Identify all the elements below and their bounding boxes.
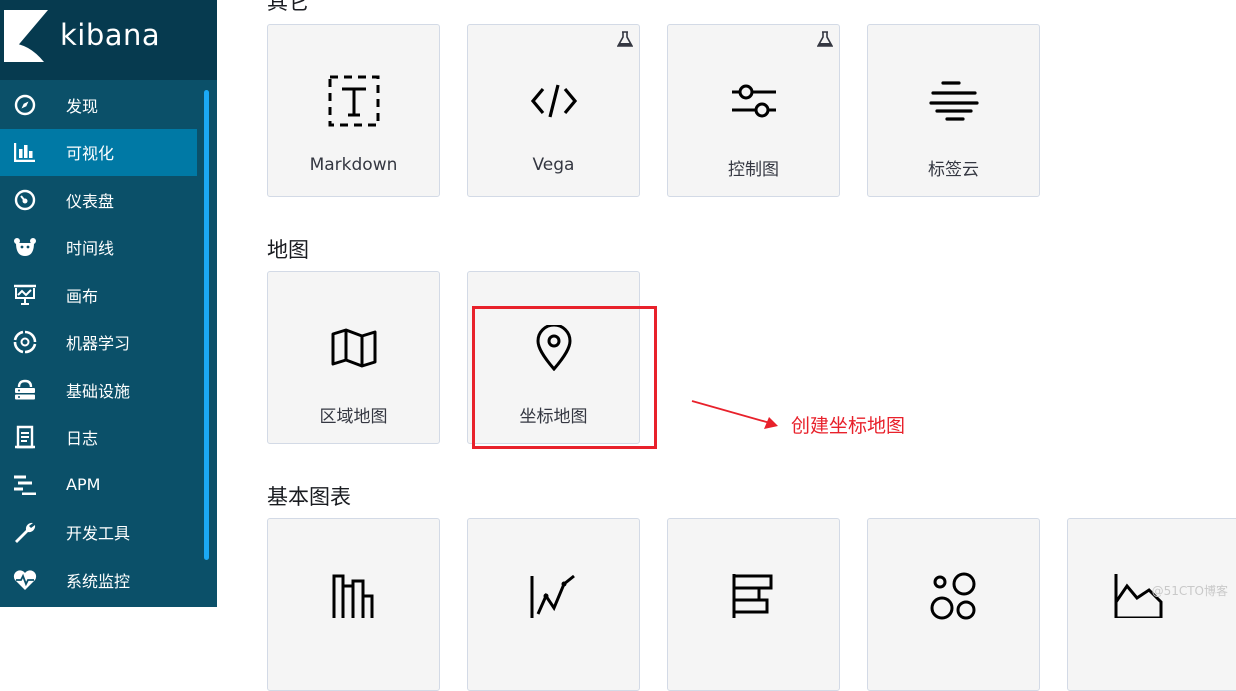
code-icon <box>526 73 582 129</box>
sidebar-item-label: 可视化 <box>66 144 115 164</box>
apm-icon <box>13 473 37 497</box>
sidebar-item-label: 日志 <box>66 429 99 449</box>
beta-flask-icon <box>816 31 834 47</box>
tile-area-chart[interactable] <box>1067 518 1236 691</box>
tile-horizontal-bar[interactable] <box>667 518 840 691</box>
machine-learning-icon <box>13 330 37 354</box>
sidebar-item-label: 开发工具 <box>66 524 131 544</box>
compass-icon <box>13 93 37 117</box>
sidebar-scrollbar[interactable] <box>204 90 209 560</box>
logs-icon <box>13 425 37 449</box>
sidebar-item-label: 发现 <box>66 96 99 116</box>
dashboard-icon <box>13 188 37 212</box>
annotation-text: 创建坐标地图 <box>791 415 906 437</box>
brand-name: kibana <box>60 18 161 52</box>
brand[interactable]: kibana <box>0 0 217 80</box>
tile-label: Vega <box>532 155 575 175</box>
bar-chart-icon <box>13 140 37 164</box>
tile-vertical-bar[interactable] <box>267 518 440 691</box>
sidebar-item-apm[interactable]: APM <box>0 461 197 509</box>
sidebar-item-timeline[interactable]: 时间线 <box>0 224 197 272</box>
sidebar-item-label: 系统监控 <box>66 571 131 591</box>
highlight-box <box>472 306 657 449</box>
horizontal-bar-icon <box>726 567 782 623</box>
sidebar-item-label: 画布 <box>66 286 99 306</box>
canvas-icon <box>13 283 37 307</box>
sidebar-item-dashboard[interactable]: 仪表盘 <box>0 176 197 224</box>
tile-label: 控制图 <box>728 160 779 180</box>
section-title-other: 其它 <box>267 0 309 14</box>
tile-bubbles[interactable] <box>867 518 1040 691</box>
tile-label: Markdown <box>309 155 398 175</box>
tile-label: 标签云 <box>928 160 979 180</box>
sidebar: kibana 发现 可视化 仪表盘 时间线 画布 机器学习 基础设施 日志 AP… <box>0 0 217 607</box>
timeline-icon <box>13 235 37 259</box>
sidebar-item-visualize[interactable]: 可视化 <box>0 128 197 176</box>
line-chart-icon <box>526 567 582 623</box>
tile-vega[interactable]: Vega <box>467 24 640 197</box>
watermark: @51CTO博客 <box>1151 584 1228 598</box>
sidebar-item-logs[interactable]: 日志 <box>0 414 197 462</box>
sidebar-item-label: APM <box>66 475 101 495</box>
sidebar-item-dev-tools[interactable]: 开发工具 <box>0 509 197 557</box>
vertical-bar-icon <box>326 567 382 623</box>
heartbeat-icon <box>13 568 37 592</box>
kibana-logo-icon <box>4 10 48 62</box>
wrench-icon <box>13 520 37 544</box>
sidebar-item-monitoring[interactable]: 系统监控 <box>0 556 197 604</box>
sidebar-nav: 发现 可视化 仪表盘 时间线 画布 机器学习 基础设施 日志 APM 开发工具 … <box>0 81 217 604</box>
controls-icon <box>726 73 782 129</box>
markdown-icon <box>326 73 382 129</box>
bubbles-icon <box>926 567 982 623</box>
sidebar-item-label: 基础设施 <box>66 381 131 401</box>
infrastructure-icon <box>13 378 37 402</box>
sidebar-item-discover[interactable]: 发现 <box>0 81 197 129</box>
sidebar-item-label: 时间线 <box>66 239 115 259</box>
beta-flask-icon <box>616 31 634 47</box>
sidebar-item-label: 仪表盘 <box>66 191 115 211</box>
sidebar-item-machine-learning[interactable]: 机器学习 <box>0 319 197 367</box>
tile-controls[interactable]: 控制图 <box>667 24 840 197</box>
sidebar-item-infrastructure[interactable]: 基础设施 <box>0 366 197 414</box>
tile-label: 区域地图 <box>319 407 388 427</box>
tile-markdown[interactable]: Markdown <box>267 24 440 197</box>
annotation-arrow-icon <box>691 400 778 429</box>
sidebar-item-label: 机器学习 <box>66 334 131 354</box>
tile-tag-cloud[interactable]: 标签云 <box>867 24 1040 197</box>
sidebar-item-canvas[interactable]: 画布 <box>0 271 197 319</box>
tile-line-chart[interactable] <box>467 518 640 691</box>
section-title-basic-charts: 基本图表 <box>267 485 351 509</box>
section-title-maps: 地图 <box>267 238 309 262</box>
tile-region-map[interactable]: 区域地图 <box>267 271 440 444</box>
tag-cloud-icon <box>926 73 982 129</box>
map-icon <box>326 320 382 376</box>
